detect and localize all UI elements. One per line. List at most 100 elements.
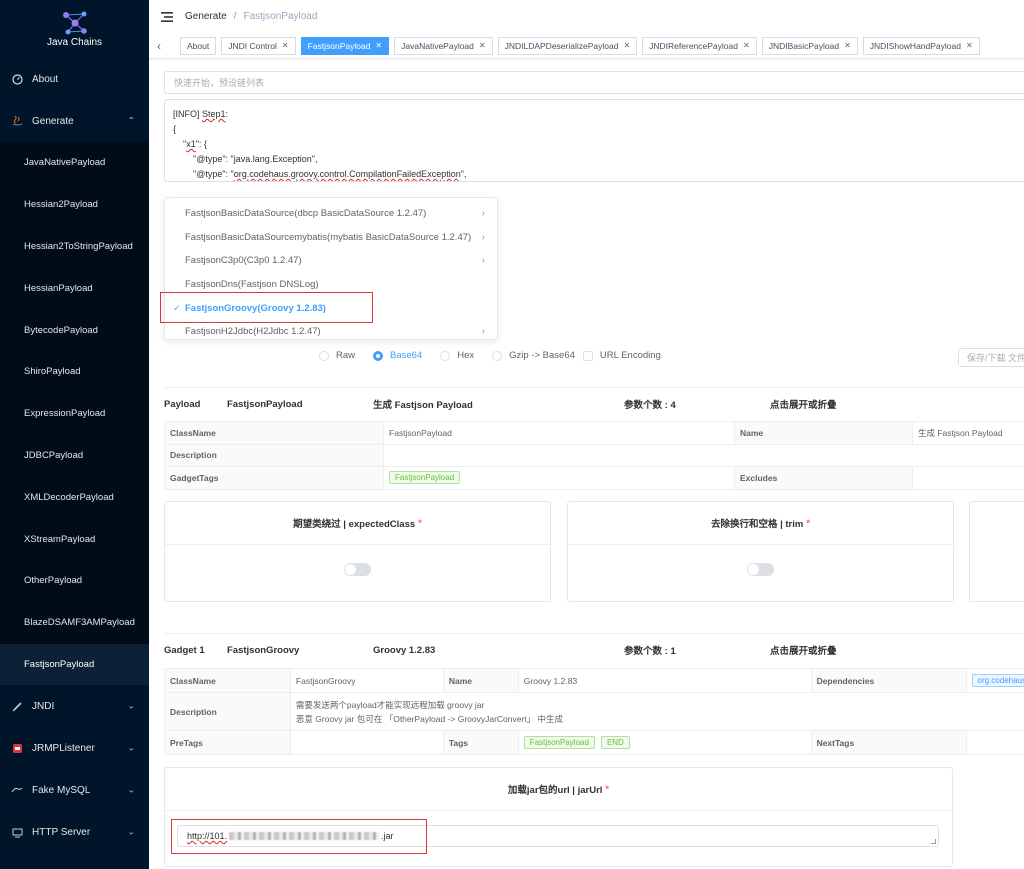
gadget-section-header[interactable]: Gadget 1 FastjsonGroovy Groovy 1.2.83 参数…	[164, 643, 1024, 658]
logo[interactable]: Java Chains	[0, 0, 149, 58]
tab-label: About	[187, 40, 210, 51]
chain-option[interactable]: FastjsonBasicDataSourcemybatis(mybatis B…	[165, 226, 497, 250]
checkbox-label: URL Encoding	[599, 350, 661, 361]
payload-section-header[interactable]: Payload FastjsonPayload 生成 Fastjson Payl…	[164, 397, 1024, 412]
close-icon[interactable]: ✕	[966, 41, 973, 50]
sidebar-item-about[interactable]: About	[0, 58, 149, 100]
close-icon[interactable]: ✕	[623, 41, 630, 50]
tab[interactable]: JNDIReferencePayload ✕	[642, 36, 757, 55]
sidebar-subitem[interactable]: XMLDecoderPayload	[0, 476, 149, 519]
param-title: 去除换行和空格 | trim *	[568, 502, 953, 545]
sidebar-subitem[interactable]: Hessian2Payload	[0, 183, 149, 226]
param-card-trim: 去除换行和空格 | trim *	[567, 501, 954, 602]
tab[interactable]: JNDI Control ✕	[221, 36, 296, 55]
value-excludes	[912, 466, 1024, 490]
checkbox-url-encoding[interactable]: URL Encoding	[582, 350, 661, 361]
sidebar-item-jndi[interactable]: JNDI ⌄	[0, 685, 149, 727]
preset-chain-select[interactable]: 快速开始，预设链列表	[164, 71, 1024, 94]
code-text: :	[225, 109, 229, 119]
trim-switch[interactable]	[747, 563, 774, 576]
sidebar-subitem[interactable]: BytecodePayload	[0, 309, 149, 351]
chain-option-label: FastjsonBasicDataSourcemybatis(mybatis B…	[185, 231, 472, 243]
radio-base64[interactable]: Base64	[373, 350, 422, 361]
radio-circle	[492, 350, 503, 361]
sidebar-subitem[interactable]: XStreamPayload	[0, 518, 149, 560]
radio-raw[interactable]: Raw	[319, 350, 355, 361]
close-icon[interactable]: ✕	[844, 41, 851, 50]
tab[interactable]: About	[180, 36, 217, 55]
radio-label: Raw	[336, 350, 356, 361]
close-icon[interactable]: ✕	[479, 41, 486, 50]
chain-option-label: FastjsonBasicDataSource(dbcp BasicDataSo…	[185, 208, 427, 220]
sidebar-item-jrmp[interactable]: JRMPListener ⌄	[0, 727, 149, 769]
radio-hex[interactable]: Hex	[440, 350, 474, 361]
close-icon[interactable]: ✕	[743, 41, 750, 50]
sidebar-subitem[interactable]: ExpressionPayload	[0, 392, 149, 435]
checkbox-box	[582, 350, 593, 361]
radio-gzip-base64[interactable]: Gzip -> Base64	[492, 350, 575, 361]
breadcrumb-generate[interactable]: Generate	[185, 11, 227, 22]
encoding-options: Raw Base64 Hex Gzip -> Base64 URL Encodi…	[319, 350, 679, 361]
sidebar-subitem[interactable]: BlazeDSAMF3AMPayload	[0, 601, 149, 644]
chain-option[interactable]: FastjsonBasicDataSource(dbcp BasicDataSo…	[165, 202, 497, 226]
expected-class-switch[interactable]	[344, 563, 371, 576]
gadget-description-table: ClassName FastjsonGroovy Name Groovy 1.2…	[164, 668, 1024, 755]
navbar: Generate / FastjsonPayload	[149, 0, 1024, 33]
code-text: "@type": "java.lang.Exception",	[173, 154, 318, 164]
sidebar-item-label: JNDI	[32, 700, 55, 712]
required-mark: *	[418, 517, 422, 529]
resize-grip[interactable]	[931, 839, 936, 844]
sidebar-subitem[interactable]: FastjsonPayload	[0, 643, 149, 686]
sidebar-item-generate[interactable]: Generate ⌃	[0, 100, 149, 142]
tab[interactable]: JNDIBasicPayload ✕	[761, 36, 858, 55]
radio-label: Gzip -> Base64	[509, 350, 575, 361]
sidebar-item-http-server[interactable]: HTTP Server ⌄	[0, 811, 149, 853]
collapse-toggle[interactable]: 点击展开或折叠	[770, 397, 837, 411]
radio-label: Base64	[390, 350, 423, 361]
tab-label: JNDILDAPDeserializePayload	[504, 40, 619, 51]
payload-output-textarea[interactable]: [INFO] Step1: { "x1": { "@type": "java.l…	[164, 99, 1024, 182]
sidebar-item-label: About	[32, 73, 59, 85]
sidebar-item-fake-mysql[interactable]: Fake MySQL ⌄	[0, 769, 149, 811]
value-description: 需要发送两个payload才能实现远程加载 groovy jar 恶意 Groo…	[289, 692, 1024, 731]
save-file-input[interactable]: 保存/下载 文件	[958, 348, 1024, 367]
tag: org.codehaus	[971, 674, 1024, 687]
tab[interactable]: JNDIShowHandPayload ✕	[862, 36, 980, 55]
tab[interactable]: JNDILDAPDeserializePayload ✕	[497, 36, 638, 55]
hamburger-icon[interactable]	[161, 11, 173, 22]
label-dependencies: Dependencies	[810, 668, 967, 693]
value-nexttags	[965, 730, 1024, 755]
sidebar-subitem[interactable]: HessianPayload	[0, 267, 149, 310]
description-line: 需要发送两个payload才能实现远程加载 groovy jar	[295, 699, 485, 710]
label-pretags: PreTags	[164, 730, 291, 755]
tab[interactable]: JavaNativePayload ✕	[394, 36, 493, 55]
chevron-up-icon: ⌃	[127, 115, 135, 126]
chevron-down-icon: ⌄	[127, 826, 135, 837]
selection-highlight-box	[160, 292, 373, 323]
required-mark: *	[605, 783, 610, 795]
main-content: 快速开始，预设链列表 [INFO] Step1: { "x1": { "@typ…	[149, 60, 1024, 869]
sidebar-subitem[interactable]: Hessian2ToStringPayload	[0, 225, 149, 268]
chain-option-label: FastjsonDns(Fastjson DNSLog)	[185, 279, 319, 291]
tab[interactable]: FastjsonPayload ✕	[300, 36, 390, 55]
param-card-expected-class: 期望类绕过 | expectedClass *	[164, 501, 551, 602]
sidebar-subitem[interactable]: JDBCPayload	[0, 434, 149, 477]
chain-option[interactable]: FastjsonC3p0(C3p0 1.2.47) ›	[165, 249, 497, 273]
value-tags: FastjsonPayload END	[517, 730, 812, 755]
chevron-left-icon[interactable]: ‹	[157, 39, 171, 53]
tab-label: JNDIShowHandPayload	[869, 40, 961, 51]
close-icon[interactable]: ✕	[375, 41, 382, 50]
code-text: {	[173, 124, 177, 134]
code-text: ": {	[195, 139, 207, 149]
sidebar-subitem[interactable]: OtherPayload	[0, 559, 149, 602]
collapse-toggle[interactable]: 点击展开或折叠	[770, 643, 837, 657]
label-description: Description	[164, 692, 291, 731]
close-icon[interactable]: ✕	[282, 41, 289, 50]
sidebar-subitem[interactable]: JavaNativePayload	[0, 142, 149, 184]
label-classname: ClassName	[164, 421, 384, 445]
label-tags: Tags	[442, 730, 519, 755]
chain-option[interactable]: FastjsonH2Jdbc(H2Jdbc 1.2.47) ›	[165, 320, 497, 344]
sidebar-subitem[interactable]: ShiroPayload	[0, 350, 149, 393]
tab-label: JNDIBasicPayload	[768, 40, 840, 51]
radio-label: Hex	[457, 350, 475, 361]
